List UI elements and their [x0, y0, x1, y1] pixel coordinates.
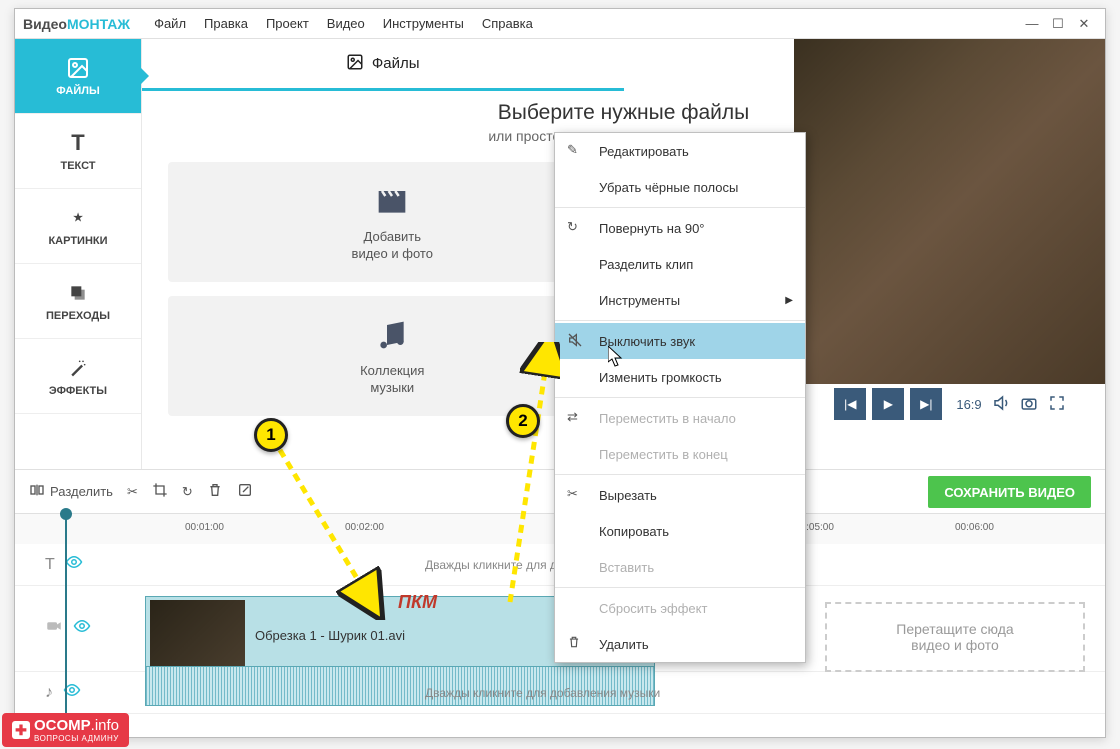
menu-project[interactable]: Проект — [266, 16, 309, 31]
chevron-right-icon: ▶ — [785, 295, 793, 306]
annotation-arrow-2 — [500, 342, 560, 612]
ctx-split-clip[interactable]: Разделить клип — [555, 246, 805, 282]
context-menu: ✎Редактировать Убрать чёрные полосы ↻Пов… — [554, 132, 806, 663]
annotation-badge-2: 2 — [506, 404, 540, 438]
camera-track-icon — [45, 617, 63, 640]
eye-icon[interactable] — [73, 617, 91, 640]
music-icon — [372, 315, 412, 355]
ctx-edit[interactable]: ✎Редактировать — [555, 133, 805, 169]
eye-icon[interactable] — [65, 553, 83, 576]
text-track-icon: T — [45, 556, 55, 574]
app-logo: ВидеоМОНТАЖ — [23, 16, 130, 32]
sidebar-item-transitions[interactable]: ПЕРЕХОДЫ — [15, 264, 141, 339]
minimize-button[interactable]: — — [1019, 13, 1045, 35]
ctx-tools-submenu[interactable]: Инструменты▶ — [555, 282, 805, 318]
rotate-icon: ↻ — [567, 219, 585, 237]
ctx-volume[interactable]: Изменить громкость — [555, 359, 805, 395]
pencil-icon: ✎ — [567, 142, 585, 160]
annotation-arrow-1 — [270, 440, 390, 620]
track-music-body[interactable]: Дважды кликните для добавления музыки — [145, 672, 1105, 713]
image-icon — [346, 53, 364, 75]
ctx-delete[interactable]: Удалить — [555, 626, 805, 662]
volume-icon[interactable] — [992, 394, 1010, 415]
sidebar-item-pictures[interactable]: ★ КАРТИНКИ — [15, 189, 141, 264]
menu-help[interactable]: Справка — [482, 16, 533, 31]
sidebar-item-effects[interactable]: ЭФФЕКТЫ — [15, 339, 141, 414]
mute-icon — [567, 332, 585, 350]
ctx-rotate[interactable]: ↻Повернуть на 90° — [555, 210, 805, 246]
move-icon: ⇄ — [567, 409, 585, 427]
ctx-paste: Вставить — [555, 549, 805, 585]
watermark: ✚ OCOMP.infoВОПРОСЫ АДМИНУ — [2, 713, 129, 747]
card-add-video[interactable]: Добавить видео и фото — [168, 162, 617, 282]
titlebar: ВидеоМОНТАЖ Файл Правка Проект Видео Инс… — [15, 9, 1105, 39]
clip-thumbnail — [150, 600, 245, 672]
sidebar: ФАЙЛЫ T ТЕКСТ ★ КАРТИНКИ ПЕРЕХОДЫ ЭФФЕКТ… — [15, 39, 142, 469]
menu-tools[interactable]: Инструменты — [383, 16, 464, 31]
menu-bar: Файл Правка Проект Видео Инструменты Спр… — [154, 16, 533, 31]
tool-delete[interactable] — [207, 482, 223, 501]
next-button[interactable]: ▶| — [910, 388, 942, 420]
sidebar-item-text[interactable]: T ТЕКСТ — [15, 114, 141, 189]
layers-icon — [66, 281, 90, 305]
prev-button[interactable]: |◀ — [834, 388, 866, 420]
track-music: ♪ Дважды кликните для добавления музыки — [15, 672, 1105, 714]
menu-edit[interactable]: Правка — [204, 16, 248, 31]
cursor-icon — [608, 346, 624, 368]
image-icon — [66, 56, 90, 80]
save-video-button[interactable]: СОХРАНИТЬ ВИДЕО — [928, 476, 1091, 508]
annotation-rightclick-label: ПКМ — [398, 592, 437, 613]
menu-file[interactable]: Файл — [154, 16, 186, 31]
tool-crop[interactable] — [152, 482, 168, 501]
preview-video[interactable] — [794, 39, 1106, 384]
sidebar-label: ЭФФЕКТЫ — [49, 385, 107, 397]
music-track-icon: ♪ — [45, 684, 53, 702]
sidebar-item-files[interactable]: ФАЙЛЫ — [15, 39, 141, 114]
sidebar-label: ПЕРЕХОДЫ — [46, 310, 110, 322]
close-button[interactable]: ✕ — [1071, 13, 1097, 35]
star-icon: ★ — [66, 206, 90, 230]
tool-rotate[interactable]: ↻ — [182, 484, 193, 500]
clapperboard-icon — [372, 181, 412, 221]
wand-icon — [66, 356, 90, 380]
sidebar-label: ТЕКСТ — [60, 160, 95, 172]
fullscreen-icon[interactable] — [1048, 394, 1066, 415]
video-dropzone[interactable]: Перетащите сюда видео и фото — [825, 602, 1085, 672]
trash-icon — [567, 635, 585, 653]
tool-edit[interactable] — [237, 482, 253, 501]
aspect-ratio[interactable]: 16:9 — [956, 397, 981, 412]
ctx-copy[interactable]: Копировать — [555, 513, 805, 549]
camera-icon[interactable] — [1020, 394, 1038, 415]
ctx-cut[interactable]: ✂Вырезать — [555, 477, 805, 513]
tool-split[interactable]: Разделить — [29, 482, 113, 501]
tab-files[interactable]: Файлы — [142, 39, 624, 91]
split-icon — [29, 482, 45, 501]
plus-icon: ✚ — [12, 721, 30, 739]
ctx-move-end: Переместить в конец — [555, 436, 805, 472]
maximize-button[interactable]: ☐ — [1045, 13, 1071, 35]
preview-panel: |◀ ▶ ▶| 16:9 — [794, 39, 1106, 424]
sidebar-label: ФАЙЛЫ — [56, 85, 99, 97]
ctx-mute[interactable]: Выключить звук — [555, 323, 805, 359]
annotation-badge-1: 1 — [254, 418, 288, 452]
ctx-reset-effect: Сбросить эффект — [555, 590, 805, 626]
ctx-move-start: ⇄Переместить в начало — [555, 400, 805, 436]
ctx-remove-blackbars[interactable]: Убрать чёрные полосы — [555, 169, 805, 205]
play-button[interactable]: ▶ — [872, 388, 904, 420]
text-icon: T — [66, 131, 90, 155]
clip-name: Обрезка 1 - Шурик 01.avi — [255, 628, 405, 643]
sidebar-label: КАРТИНКИ — [48, 235, 107, 247]
menu-video[interactable]: Видео — [327, 16, 365, 31]
tool-cut[interactable]: ✂ — [127, 484, 138, 500]
playhead[interactable] — [65, 514, 67, 738]
scissors-icon: ✂ — [567, 486, 585, 504]
